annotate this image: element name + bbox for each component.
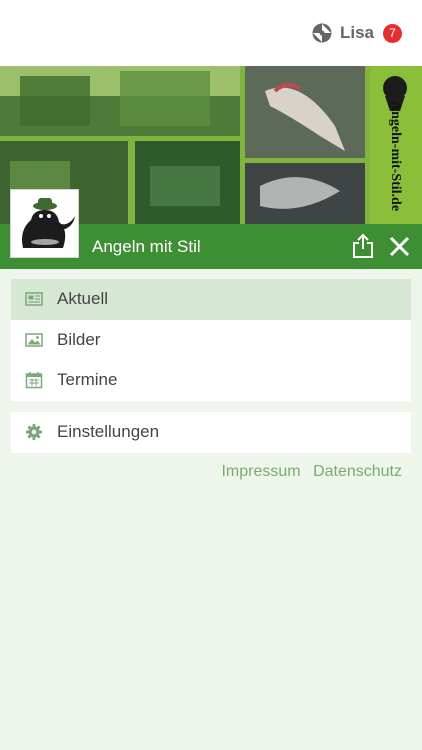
group-avatar <box>10 189 79 258</box>
image-icon <box>25 333 43 347</box>
footer-links: Impressum Datenschutz <box>213 463 402 481</box>
menu-item-label: Termine <box>57 370 118 390</box>
datenschutz-link[interactable]: Datenschutz <box>313 463 402 480</box>
menu-item-aktuell[interactable]: Aktuell <box>11 279 411 320</box>
user-menu[interactable]: Lisa 7 <box>312 23 402 43</box>
top-bar: Lisa 7 <box>0 0 422 67</box>
impressum-link[interactable]: Impressum <box>221 463 300 480</box>
notification-badge: 7 <box>383 23 402 43</box>
secondary-menu: Einstellungen <box>11 412 411 453</box>
close-icon[interactable] <box>389 236 410 257</box>
menu-item-termine[interactable]: Termine <box>11 360 411 401</box>
user-name: Lisa <box>339 23 374 42</box>
menu-item-einstellungen[interactable]: Einstellungen <box>11 412 411 453</box>
menu-item-label: Einstellungen <box>57 422 160 442</box>
calendar-icon <box>25 372 43 389</box>
app-logo-icon <box>312 23 332 43</box>
newspaper-icon <box>25 292 43 307</box>
menu-item-bilder[interactable]: Bilder <box>11 320 411 361</box>
share-icon[interactable] <box>351 233 375 259</box>
primary-menu: Aktuell Bilder Termine <box>11 279 411 401</box>
group-title: Angeln mit Stil <box>92 237 201 256</box>
banner-text: Angeln-mit-Stil.de <box>388 101 403 211</box>
menu-item-label: Aktuell <box>57 289 109 309</box>
menu-item-label: Bilder <box>57 329 101 349</box>
gear-icon <box>26 424 42 441</box>
